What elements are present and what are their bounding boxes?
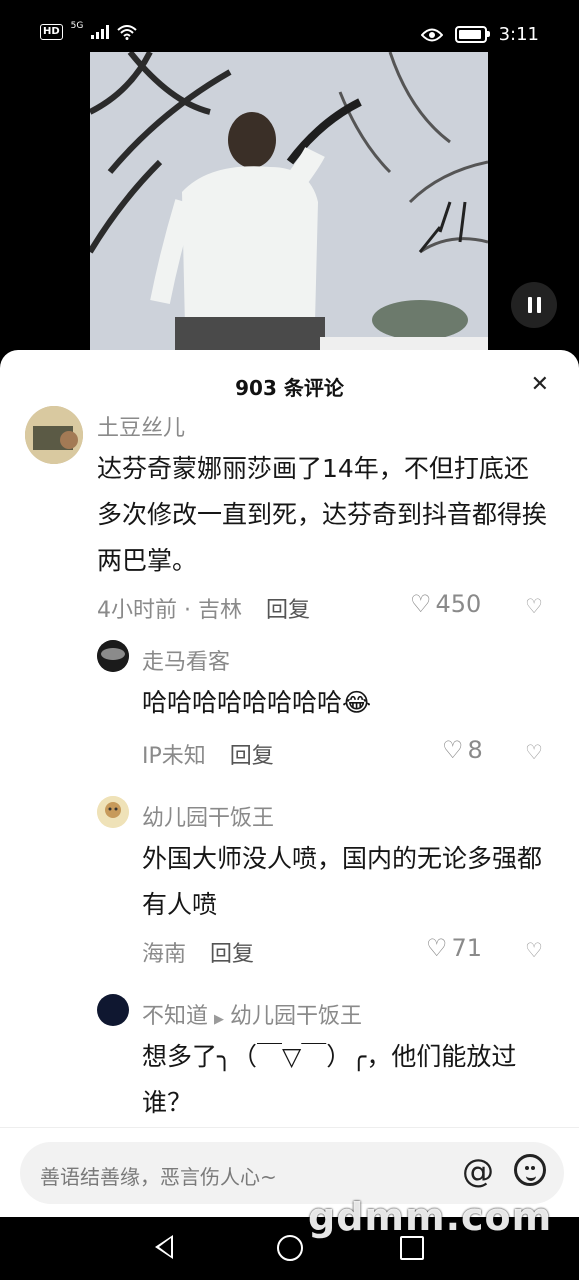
video-frame-image: [90, 52, 488, 352]
like-count: 71: [451, 934, 483, 962]
recent-apps-icon[interactable]: [400, 1236, 424, 1260]
heart-icon: ♡: [410, 590, 432, 618]
clock: 3:11: [498, 24, 539, 45]
comment-meta: IP未知 回复: [142, 738, 274, 770]
like-count: 8: [467, 736, 483, 764]
comment-sheet: 903 条评论 ✕ 土豆丝儿 达芬奇蒙娜丽莎画了14年，不但打底还多次修改一直到…: [0, 350, 579, 1217]
like-button[interactable]: ♡ 71: [426, 934, 482, 962]
comment-text: 想多了╮（￣▽￣）╭，他们能放过谁？: [142, 1042, 517, 1117]
pause-button[interactable]: [511, 282, 557, 328]
reply-button[interactable]: 回复: [230, 738, 274, 770]
comment-input-placeholder: 善语结善缘，恶言伤人心~: [40, 1165, 277, 1189]
dislike-icon[interactable]: ♡: [525, 938, 543, 962]
avatar[interactable]: [97, 994, 129, 1026]
dislike-icon[interactable]: ♡: [525, 740, 543, 764]
comment-username[interactable]: 走马看客: [142, 644, 230, 676]
like-count: 450: [435, 590, 482, 618]
network-label: 5G: [70, 21, 84, 31]
comment-meta: 海南 回复: [142, 936, 254, 968]
reply-arrow-icon: ▶: [214, 1012, 225, 1027]
reply-button[interactable]: 回复: [266, 592, 310, 624]
battery-icon: [454, 26, 490, 43]
like-button[interactable]: ♡ 450: [410, 590, 481, 618]
avatar[interactable]: [97, 796, 129, 828]
comment-count-title: 903 条评论: [235, 376, 344, 400]
home-icon[interactable]: [277, 1235, 303, 1261]
comment-location: IP未知: [142, 744, 206, 769]
comment-time-location: 4小时前 · 吉林: [97, 598, 242, 623]
comment-username[interactable]: 不知道: [142, 1004, 208, 1029]
video-player[interactable]: [90, 52, 488, 352]
watermark: gdmm.com: [308, 1195, 553, 1239]
signal-icon: [91, 25, 110, 39]
wifi-icon: [117, 24, 138, 40]
comment-username-row: 不知道 ▶ 幼儿园干饭王: [142, 998, 362, 1030]
comment-username[interactable]: 幼儿园干饭王: [142, 800, 274, 832]
comment-text: 外国大师没人喷，国内的无论多强都有人喷: [142, 844, 543, 919]
like-button[interactable]: ♡ 8: [442, 736, 483, 764]
comment-location: 海南: [142, 942, 187, 967]
back-icon[interactable]: [155, 1235, 173, 1259]
mention-icon[interactable]: @: [462, 1152, 494, 1190]
reply-button[interactable]: 回复: [210, 936, 254, 968]
heart-icon: ♡: [426, 934, 448, 962]
eye-icon: [420, 28, 443, 41]
heart-icon: ♡: [442, 736, 464, 764]
reply-to-username[interactable]: 幼儿园干饭王: [230, 1004, 362, 1029]
emoji-icon[interactable]: [514, 1154, 546, 1186]
hd-badge: HD: [40, 24, 63, 40]
dislike-icon[interactable]: ♡: [525, 594, 543, 618]
close-icon[interactable]: ✕: [531, 372, 549, 397]
status-left: HD 5G: [40, 21, 138, 40]
status-right: 3:11: [420, 24, 539, 45]
comment-text: 达芬奇蒙娜丽莎画了14年，不但打底还多次修改一直到死，达芬奇到抖音都得挨两巴掌。: [97, 454, 548, 575]
comment-meta: 4小时前 · 吉林 回复: [97, 592, 310, 624]
comment-text: 哈哈哈哈哈哈哈哈😂: [142, 688, 372, 717]
avatar[interactable]: [25, 406, 83, 464]
avatar[interactable]: [97, 640, 129, 672]
comment-username[interactable]: 土豆丝儿: [97, 410, 185, 442]
